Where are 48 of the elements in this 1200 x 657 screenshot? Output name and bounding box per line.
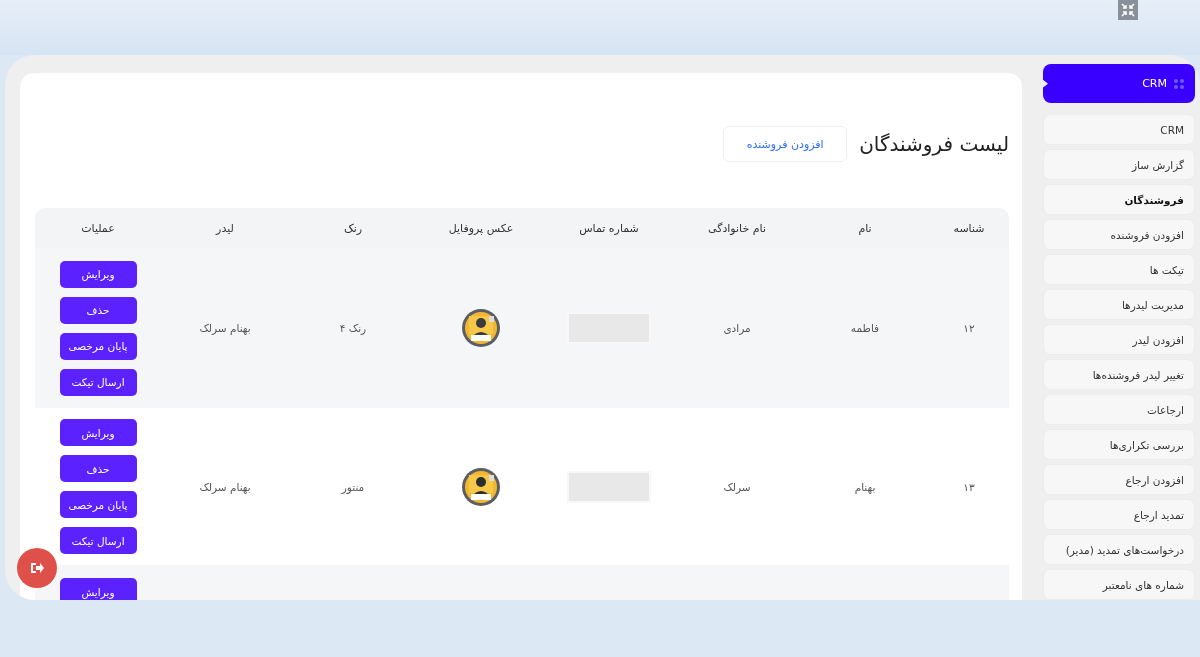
- sidebar-item[interactable]: فروشندگان: [1043, 184, 1195, 216]
- sidebar-item[interactable]: مدیریت لیدرها: [1043, 289, 1195, 321]
- table-cell-text: ۱۳: [962, 480, 976, 493]
- logout-icon: [30, 562, 44, 574]
- action-button[interactable]: ویرایش: [59, 260, 137, 288]
- sidebar-item[interactable]: گزارش ساز: [1043, 149, 1195, 181]
- sidebar-item[interactable]: شماره های نامعتبر: [1043, 569, 1195, 600]
- page-title: لیست فروشندگان: [859, 131, 1009, 156]
- sidebar-item[interactable]: تیکت ها: [1043, 254, 1195, 286]
- sidebar-item[interactable]: تمدید ارجاع: [1043, 499, 1195, 531]
- table-cell-text: بهنام: [853, 480, 877, 493]
- action-button[interactable]: ویرایش: [59, 578, 137, 600]
- table-cell-text: بهنام سرلک: [198, 480, 252, 493]
- sidebar-item[interactable]: تغییر لیدر فروشنده‌ها: [1043, 359, 1195, 391]
- sidebar-item[interactable]: بررسی تکراری‌ها: [1043, 429, 1195, 461]
- column-header: عکس پروفایل: [447, 221, 515, 235]
- action-button[interactable]: حذف: [59, 455, 137, 482]
- grid-icon: [1173, 77, 1185, 90]
- column-header: نام خانوادگی: [707, 221, 767, 235]
- action-button[interactable]: پایان مرخصی: [59, 491, 137, 518]
- sidebar-item[interactable]: افزودن ارجاع: [1043, 464, 1195, 496]
- sidebar-header-label: CRM: [1142, 77, 1167, 91]
- table-cell-text: فاطمه: [849, 322, 881, 334]
- column-header: شماره تماس: [578, 221, 640, 235]
- sidebar-item[interactable]: ارجاعات: [1043, 394, 1195, 426]
- table-cell-text: مرادی: [722, 322, 752, 334]
- column-header: رنک: [342, 221, 364, 235]
- sidebar-item[interactable]: افزودن فروشنده: [1043, 219, 1195, 251]
- action-button[interactable]: حذف: [59, 296, 137, 324]
- table-cell-text: بهنام سرلک: [198, 322, 252, 334]
- action-button[interactable]: ارسال تیکت: [59, 368, 137, 396]
- action-button[interactable]: ارسال تیکت: [59, 527, 137, 554]
- column-header: نام: [857, 221, 873, 235]
- action-button[interactable]: پایان مرخصی: [59, 332, 137, 360]
- column-header: شناسه: [952, 221, 986, 235]
- table-cell-text: منتور: [340, 480, 366, 493]
- table-cell-text: سرلک: [722, 480, 752, 493]
- sidebar-item[interactable]: افزودن لیدر: [1043, 324, 1195, 356]
- sidebar-item[interactable]: CRM: [1043, 114, 1195, 146]
- table-cell-text: ۱۲: [962, 322, 976, 334]
- column-header: عملیات: [80, 221, 116, 235]
- fullscreen-icon[interactable]: [1118, 0, 1138, 20]
- column-header: لیدر: [214, 221, 235, 235]
- table-cell-text: رنک ۴: [338, 322, 368, 334]
- sidebar-header[interactable]: CRM: [1043, 64, 1195, 104]
- add-seller-button[interactable]: افزودن فروشنده: [723, 126, 848, 162]
- sidebar-item[interactable]: درخواست‌های تمدید (مدیر): [1043, 534, 1195, 566]
- action-button[interactable]: ویرایش: [59, 419, 137, 446]
